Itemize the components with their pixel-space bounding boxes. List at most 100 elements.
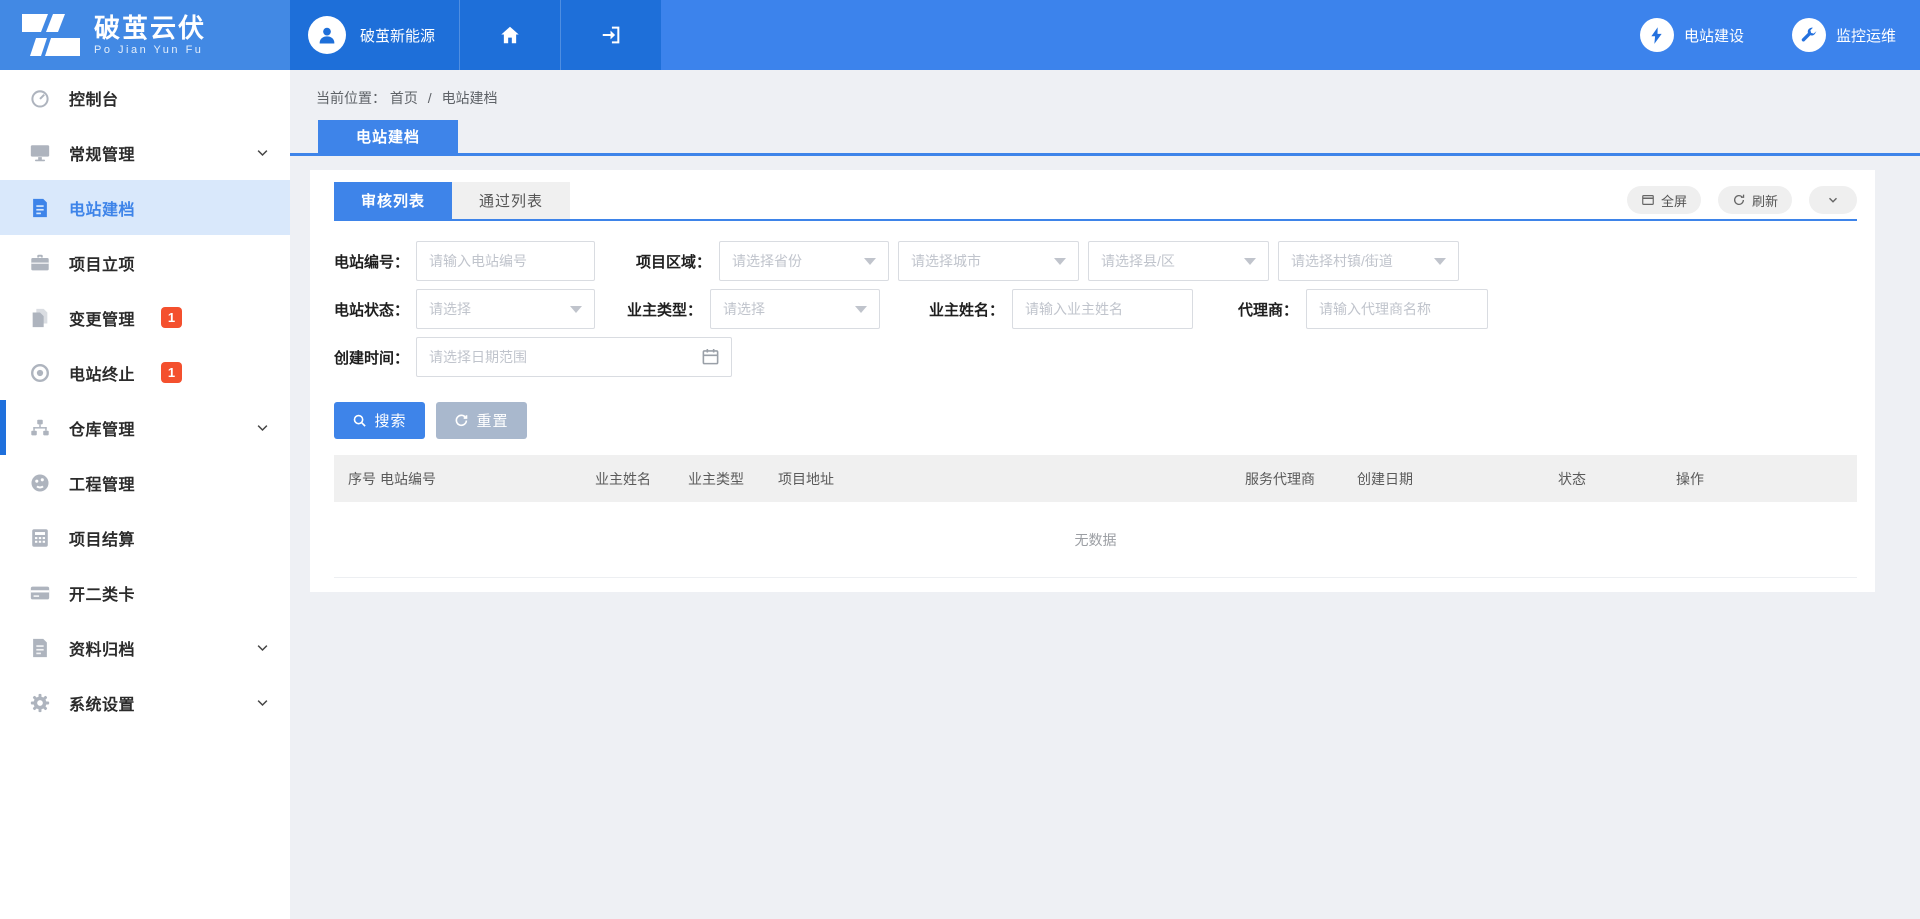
tab-review-list[interactable]: 审核列表 — [334, 182, 452, 219]
tab-passed-list[interactable]: 通过列表 — [452, 182, 570, 219]
province-select[interactable]: 请选择省份 — [719, 241, 889, 281]
city-select[interactable]: 请选择城市 — [898, 241, 1079, 281]
logout-icon — [600, 24, 622, 46]
nav-station-build[interactable]: 电站建设 — [1640, 18, 1744, 52]
date-range-input[interactable] — [416, 337, 732, 377]
owner-type-select[interactable]: 请选择 — [710, 289, 880, 329]
panel-toolbar: 全屏 刷新 — [1627, 186, 1857, 214]
owner-name-input[interactable] — [1012, 289, 1193, 329]
filter-row-1: 电站编号： 项目区域： 请选择省份 请选择城市 请选择县/区 请选择村镇/街道 — [334, 241, 1857, 281]
nav-monitor-ops[interactable]: 监控运维 — [1792, 18, 1896, 52]
col-actions: 操作 — [1676, 469, 1857, 489]
search-button[interactable]: 搜索 — [334, 402, 425, 439]
caret-down-icon — [1054, 258, 1066, 265]
brand-logo-icon — [22, 14, 80, 56]
sitemap-icon — [28, 416, 52, 440]
page-tab-station-archive[interactable]: 电站建档 — [318, 120, 458, 153]
sidebar-item-label: 控制台 — [69, 86, 119, 110]
sidebar-item-system-settings[interactable]: 系统设置 — [0, 675, 290, 730]
sidebar-item-engineering-mgmt[interactable]: 工程管理 — [0, 455, 290, 510]
sidebar-item-label: 变更管理 — [69, 306, 135, 330]
brand-name: 破茧云伏 — [94, 14, 206, 42]
fullscreen-label: 全屏 — [1661, 191, 1687, 210]
breadcrumb-current: 电站建档 — [442, 90, 498, 106]
col-owner-type: 业主类型 — [688, 469, 778, 489]
collapse-button[interactable] — [1809, 186, 1857, 214]
col-owner-name: 业主姓名 — [595, 469, 688, 489]
caret-down-icon — [1244, 258, 1256, 265]
sidebar: 控制台 常规管理 电站建档 — [0, 70, 290, 919]
sidebar-item-project-settlement[interactable]: 项目结算 — [0, 510, 290, 565]
col-index: 序号 — [348, 469, 380, 489]
sidebar-item-data-archive[interactable]: 资料归档 — [0, 620, 290, 675]
sidebar-item-label: 电站建档 — [69, 196, 135, 220]
col-service-agent: 服务代理商 — [1245, 469, 1357, 489]
owner-type-label: 业主类型： — [595, 299, 710, 320]
sidebar-item-warehouse-mgmt[interactable]: 仓库管理 — [0, 400, 290, 455]
home-button[interactable] — [459, 0, 560, 70]
copy-icon — [28, 306, 52, 330]
app-header: 破茧云伏 Po Jian Yun Fu 破茧新能源 — [0, 0, 1920, 70]
station-no-input[interactable] — [416, 241, 595, 281]
sidebar-item-station-archive[interactable]: 电站建档 — [0, 180, 290, 235]
sidebar-item-open-card[interactable]: 开二类卡 — [0, 565, 290, 620]
file-icon — [28, 636, 52, 660]
brand-logo[interactable]: 破茧云伏 Po Jian Yun Fu — [0, 0, 290, 70]
sidebar-item-station-termination[interactable]: 电站终止 1 — [0, 345, 290, 400]
caret-down-icon — [570, 306, 582, 313]
filter-row-3: 创建时间： — [334, 337, 1857, 377]
caret-down-icon — [1434, 258, 1446, 265]
calculator-icon — [28, 526, 52, 550]
logout-button[interactable] — [560, 0, 661, 70]
chevron-down-icon — [1826, 193, 1840, 207]
notification-badge: 1 — [161, 307, 182, 328]
empty-state: 无数据 — [334, 502, 1857, 578]
refresh-button[interactable]: 刷新 — [1718, 186, 1792, 214]
user-menu[interactable]: 破茧新能源 — [290, 0, 459, 70]
calendar-icon — [701, 347, 720, 366]
sidebar-item-general-mgmt[interactable]: 常规管理 — [0, 125, 290, 180]
station-status-select[interactable]: 请选择 — [416, 289, 595, 329]
sidebar-item-label: 常规管理 — [69, 141, 135, 165]
sidebar-item-project-initiation[interactable]: 项目立项 — [0, 235, 290, 290]
sidebar-item-change-mgmt[interactable]: 变更管理 1 — [0, 290, 290, 345]
chevron-down-icon — [255, 640, 270, 655]
notification-badge: 1 — [161, 362, 182, 383]
panel-tab-bar: 审核列表 通过列表 全屏 刷新 — [334, 182, 1857, 221]
nav-monitor-ops-label: 监控运维 — [1836, 25, 1896, 46]
refresh-label: 刷新 — [1752, 191, 1778, 210]
sidebar-item-label: 项目立项 — [69, 251, 135, 275]
avatar — [308, 16, 346, 54]
agent-input[interactable] — [1306, 289, 1488, 329]
station-no-label: 电站编号： — [334, 251, 416, 272]
fullscreen-icon — [1641, 193, 1655, 207]
caret-down-icon — [864, 258, 876, 265]
main-content: 当前位置： 首页 / 电站建档 电站建档 审核列表 通过列表 全屏 刷新 — [290, 70, 1920, 919]
lightning-icon — [1640, 18, 1674, 52]
home-icon — [499, 24, 521, 46]
reset-label: 重置 — [476, 410, 508, 431]
owner-name-label: 业主姓名： — [880, 299, 1012, 320]
sidebar-item-console[interactable]: 控制台 — [0, 70, 290, 125]
filter-actions: 搜索 重置 — [334, 402, 1857, 439]
county-select[interactable]: 请选择县/区 — [1088, 241, 1269, 281]
breadcrumb-prefix: 当前位置： — [316, 90, 386, 106]
nav-station-build-label: 电站建设 — [1684, 25, 1744, 46]
station-status-label: 电站状态： — [334, 299, 416, 320]
panel: 审核列表 通过列表 全屏 刷新 — [310, 170, 1875, 592]
sidebar-item-label: 资料归档 — [69, 636, 135, 660]
wrench-icon — [1792, 18, 1826, 52]
date-range-picker[interactable] — [416, 337, 732, 377]
target-icon — [28, 361, 52, 385]
search-icon — [352, 413, 367, 428]
sidebar-item-label: 项目结算 — [69, 526, 135, 550]
fullscreen-button[interactable]: 全屏 — [1627, 186, 1701, 214]
sidebar-item-label: 开二类卡 — [69, 581, 135, 605]
sidebar-item-label: 电站终止 — [69, 361, 135, 385]
chevron-down-icon — [255, 145, 270, 160]
col-status: 状态 — [1558, 469, 1676, 489]
town-select[interactable]: 请选择村镇/街道 — [1278, 241, 1459, 281]
reset-button[interactable]: 重置 — [436, 402, 527, 439]
breadcrumb-home[interactable]: 首页 — [390, 90, 418, 106]
col-project-address: 项目地址 — [778, 469, 1245, 489]
